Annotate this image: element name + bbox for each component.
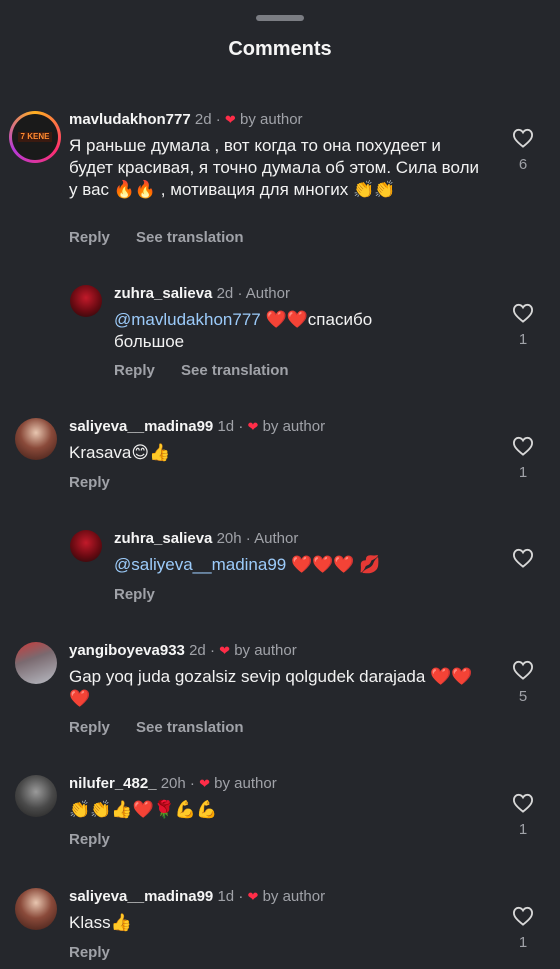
avatar[interactable] <box>70 530 102 562</box>
liked-by-author-label: by author <box>234 642 297 659</box>
author-heart-icon: ❤ <box>219 643 231 658</box>
comment-text: Klass👍 <box>69 913 132 932</box>
heart-outline-icon <box>512 793 534 813</box>
avatar[interactable] <box>70 285 102 317</box>
reply-button[interactable]: Reply <box>69 719 110 736</box>
comment-username[interactable]: yangiboyeva933 <box>69 642 185 659</box>
liked-by-author-label: by author <box>262 888 326 905</box>
author-heart-icon: ❤ <box>247 419 259 434</box>
comment-text: Я раньше думала , вот когда то она похуд… <box>69 136 480 199</box>
author-tag: Author <box>254 530 299 547</box>
heart-outline-icon <box>512 660 534 680</box>
comment-username[interactable]: zuhra_salieva <box>114 285 212 302</box>
comment-time: 1d <box>217 888 235 905</box>
like-button[interactable]: 5 <box>508 660 538 705</box>
reply-button[interactable]: Reply <box>69 229 110 246</box>
reply-button[interactable]: Reply <box>69 831 110 848</box>
comment-time: 1d <box>217 418 235 435</box>
heart-outline-icon <box>512 906 534 926</box>
heart-outline-icon <box>512 128 534 148</box>
like-button[interactable] <box>508 548 538 576</box>
see-translation-button[interactable]: See translation <box>136 719 244 736</box>
sheet-handle[interactable] <box>256 15 304 21</box>
like-button[interactable]: 1 <box>508 906 538 951</box>
reply-button[interactable]: Reply <box>69 474 110 491</box>
comment-text: Krasava😊👍 <box>69 443 171 462</box>
see-translation-button[interactable]: See translation <box>181 362 289 379</box>
liked-by-author-label: by author <box>262 418 326 435</box>
liked-by-author-label: by author <box>214 775 277 792</box>
author-heart-icon: ❤ <box>247 889 259 904</box>
comment-time: 2d <box>194 111 212 128</box>
liked-by-author-label: by author <box>240 111 303 128</box>
comment-username[interactable]: saliyeva__madina99 <box>69 888 213 905</box>
heart-outline-icon <box>512 548 534 568</box>
mention-link[interactable]: @saliyeva__madina99 <box>114 555 286 574</box>
mention-link[interactable]: @mavludakhon777 <box>114 310 261 329</box>
comment-username[interactable]: saliyeva__madina99 <box>69 418 213 435</box>
comment-text: 👏👏👍❤️🌹💪💪 <box>69 800 218 819</box>
author-tag: Author <box>245 285 290 302</box>
avatar[interactable] <box>15 642 57 684</box>
avatar[interactable] <box>15 888 57 930</box>
comment-username[interactable]: mavludakhon777 <box>69 111 191 128</box>
like-button[interactable]: 6 <box>508 128 538 173</box>
comment-time: 2d <box>189 642 206 659</box>
author-heart-icon: ❤ <box>224 112 236 127</box>
like-button[interactable]: 1 <box>508 793 538 838</box>
reply-button[interactable]: Reply <box>69 944 110 961</box>
comment-time: 20h <box>160 775 186 792</box>
like-count: 5 <box>518 688 528 705</box>
avatar[interactable]: 7 KENE <box>9 111 61 163</box>
see-translation-button[interactable]: See translation <box>136 229 244 246</box>
avatar[interactable] <box>15 775 57 817</box>
author-heart-icon: ❤ <box>199 776 210 791</box>
comment-username[interactable]: zuhra_salieva <box>114 530 212 547</box>
heart-outline-icon <box>512 303 534 323</box>
like-count: 1 <box>518 464 528 481</box>
reply-button[interactable]: Reply <box>114 586 155 603</box>
avatar[interactable] <box>15 418 57 460</box>
like-count: 1 <box>518 934 528 951</box>
comment-text: Gap yoq juda gozalsiz sevip qolgudek dar… <box>69 667 473 708</box>
comment-time: 20h <box>216 530 242 547</box>
like-button[interactable]: 1 <box>508 436 538 481</box>
like-count: 1 <box>518 821 528 838</box>
like-button[interactable]: 1 <box>508 303 538 348</box>
reply-button[interactable]: Reply <box>114 362 155 379</box>
like-count: 1 <box>518 331 528 348</box>
like-count: 6 <box>518 156 528 173</box>
comment-time: 2d <box>216 285 234 302</box>
heart-outline-icon <box>512 436 534 456</box>
comment-text: ❤️❤️❤️ 💋 <box>286 555 381 574</box>
comment-username[interactable]: nilufer_482_ <box>69 775 157 792</box>
page-title: Comments <box>228 38 332 60</box>
